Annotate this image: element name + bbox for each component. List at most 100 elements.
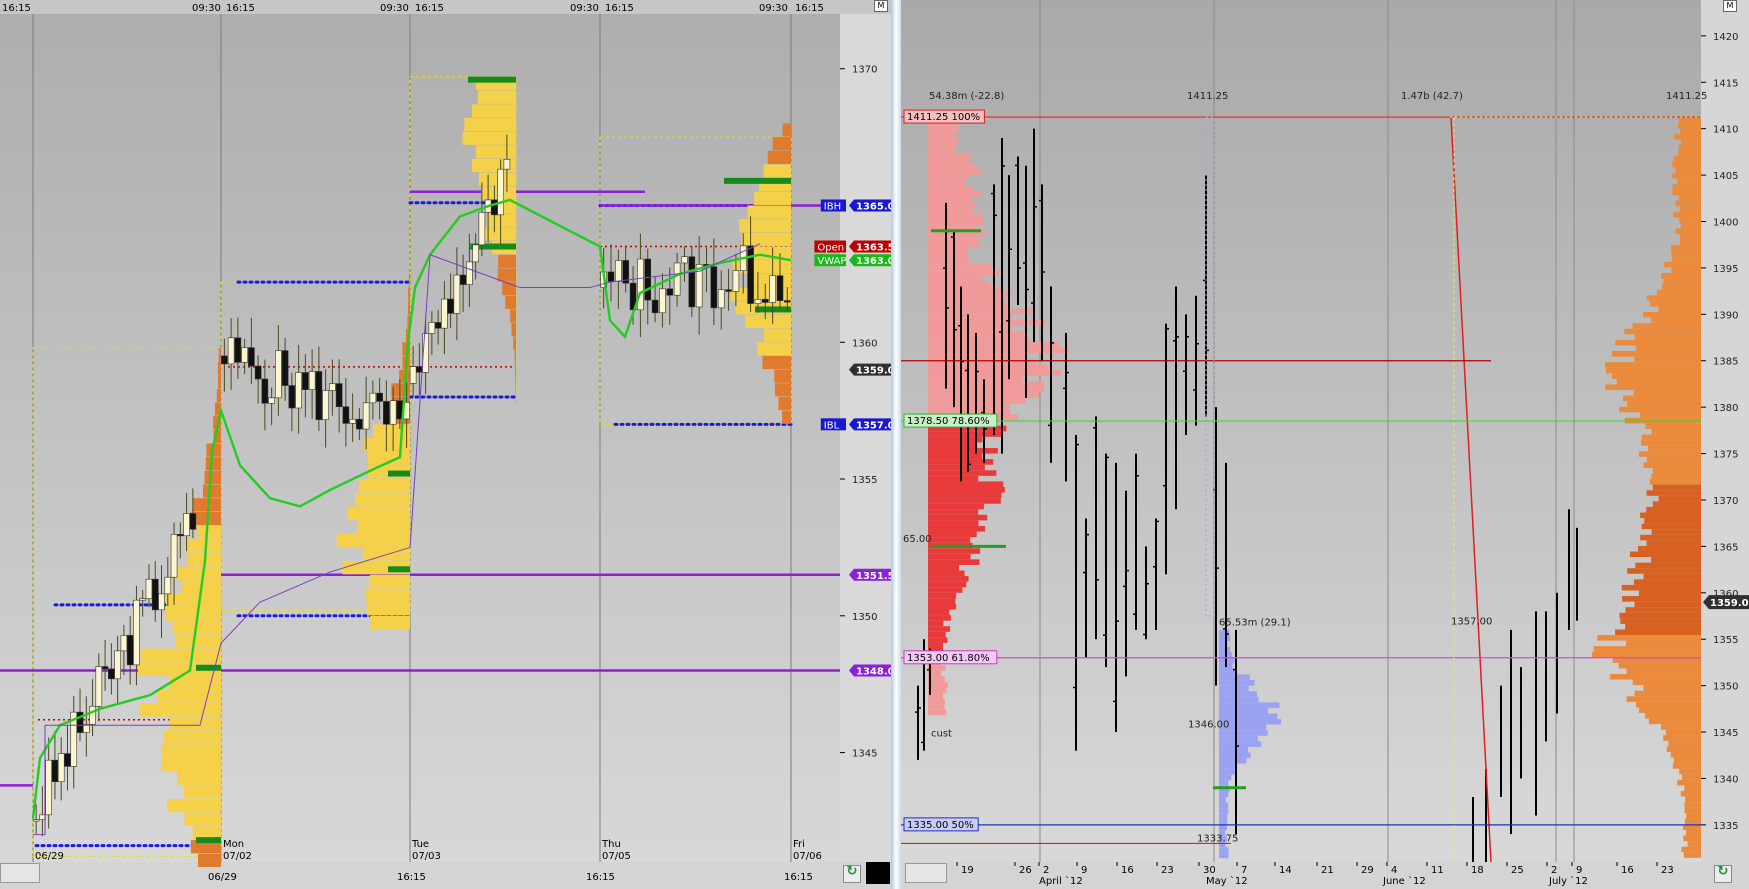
top-time-label: 16:15 — [795, 3, 824, 14]
profile-bar — [1652, 467, 1701, 474]
profile-bar — [192, 498, 221, 512]
candle-body — [673, 262, 681, 296]
profile-bar — [928, 214, 983, 220]
profile-bar — [1605, 367, 1701, 374]
profile-bar — [1619, 406, 1701, 413]
price-tick-label: 1380 — [1713, 403, 1738, 414]
profile-bar — [497, 268, 516, 282]
candle-body — [389, 400, 397, 425]
price-tick-label: 1345 — [852, 749, 877, 760]
profile-bar — [1677, 779, 1701, 786]
candle-body — [472, 244, 479, 263]
profile-bar — [1672, 763, 1701, 769]
profile-bar — [928, 447, 998, 454]
profile-bar — [1670, 245, 1701, 251]
profile-bar — [1219, 769, 1237, 775]
profile-bar — [1626, 696, 1701, 702]
profile-bar — [1646, 295, 1701, 301]
profile-bar — [1593, 646, 1701, 652]
date-tick-label: 4 — [1391, 865, 1397, 876]
candle-body — [369, 392, 377, 404]
profile-bar — [1219, 746, 1249, 753]
top-time-label: 09:30 — [759, 3, 788, 14]
profile-bar — [161, 758, 221, 772]
profile-bar — [1640, 534, 1701, 541]
profile-bar — [928, 615, 951, 621]
profile-bar — [1641, 523, 1701, 530]
profile-bar — [1672, 183, 1701, 190]
profile-bar — [357, 520, 410, 534]
intraday-market-profile-chart[interactable]: 16:15 09:30 16:15 09:30 16:15 09:30 16:15 09:30… — [0, 0, 898, 889]
profile-bar — [1219, 730, 1268, 736]
date-tick-label: 2 — [1551, 865, 1557, 876]
daily-volume-profile-chart[interactable]: 1420 1415 1410 1405 1400 1395 1390 1385 1380 1375… — [901, 0, 1749, 889]
level-1357-label: 1357.00 — [1451, 616, 1492, 627]
chart-menu-button-right[interactable]: M — [1723, 0, 1737, 12]
top-time-label: 09:30 — [380, 3, 409, 14]
profile-bar — [928, 325, 1013, 332]
profile-bar — [1641, 440, 1701, 446]
bottom-time-label: 16:15 — [784, 872, 813, 883]
candle-body — [183, 513, 190, 537]
price-tick-label: 1400 — [1713, 218, 1738, 229]
profile-bar — [366, 602, 410, 616]
candle-body — [666, 288, 674, 296]
profile-bar — [163, 730, 221, 744]
date-tick-label: 23 — [1161, 865, 1174, 876]
profile-bar — [1661, 273, 1701, 279]
profile-bar — [1219, 847, 1229, 853]
top-time-label: 09:30 — [192, 3, 221, 14]
candle-body — [447, 298, 454, 314]
intraday-chart-canvas[interactable]: 16:15 09:30 16:15 09:30 16:15 09:30 16:15 09:30… — [0, 0, 898, 889]
profile-bar — [1219, 852, 1229, 859]
session-day-label: Thu — [601, 839, 621, 850]
profile-bar — [928, 475, 979, 482]
profile-bar — [1664, 261, 1701, 268]
chart-menu-button[interactable]: M — [874, 0, 888, 12]
refresh-button[interactable]: ↻ — [843, 864, 861, 883]
profile-bar — [511, 323, 516, 337]
top-time-label: 09:30 — [570, 3, 599, 14]
chart-background — [901, 0, 1749, 889]
poc-marker — [388, 470, 410, 477]
profile-bar — [928, 537, 971, 543]
time-scroll-box-right[interactable] — [905, 863, 947, 883]
profile-bar — [1651, 473, 1701, 480]
profile-bar — [928, 130, 955, 137]
price-tick-label: 1355 — [852, 475, 877, 486]
price-tick-label: 1360 — [852, 338, 877, 349]
profile-bar — [514, 364, 516, 378]
profile-bar — [204, 470, 221, 485]
profile-bar — [347, 506, 410, 520]
profile-bar — [1592, 651, 1701, 658]
profile-bar — [1219, 646, 1231, 653]
time-scroll-box[interactable] — [0, 863, 40, 883]
price-tick-label: 1415 — [1713, 78, 1738, 89]
profile-bar — [1649, 479, 1701, 485]
profile-bar — [928, 191, 981, 198]
session-date-label: 07/03 — [412, 851, 441, 862]
profile-bar — [928, 470, 997, 476]
profile-bar — [1648, 718, 1701, 725]
profile-bar — [928, 141, 957, 148]
daily-chart-canvas[interactable]: 1420 1415 1410 1405 1400 1395 1390 1385 1380 1375… — [901, 0, 1749, 889]
level-1346-label: 1346.00 — [1188, 719, 1229, 730]
candle-body — [607, 271, 615, 282]
candle-body — [725, 289, 732, 292]
top-time-label: 16:15 — [605, 3, 634, 14]
last-price-value: 1359.00 — [1710, 598, 1749, 609]
profile-bar — [1622, 596, 1701, 602]
profile-bar — [1650, 300, 1701, 307]
profile-bar — [1604, 362, 1701, 368]
candle-body — [268, 397, 275, 404]
profile-bar — [928, 637, 948, 643]
profile-bar — [515, 377, 516, 391]
candle-body — [776, 275, 784, 301]
candle-body — [288, 385, 296, 409]
pane-splitter[interactable] — [891, 0, 901, 889]
profile-bar — [928, 353, 1027, 359]
refresh-button-right[interactable]: ↻ — [1714, 864, 1732, 883]
profile-bar — [1674, 133, 1701, 140]
profile-bar — [928, 587, 963, 593]
date-tick-label: 23 — [1661, 865, 1674, 876]
